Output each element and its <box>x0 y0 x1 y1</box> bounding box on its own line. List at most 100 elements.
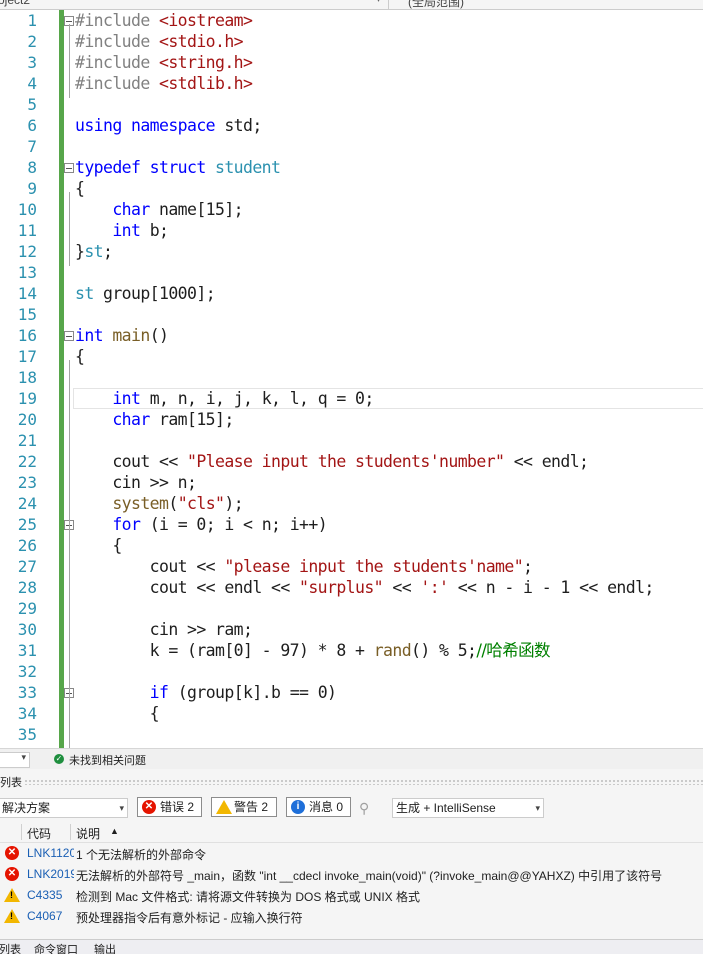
code-token: << endl; <box>504 452 589 471</box>
code-text[interactable]: using namespace std; <box>75 115 262 136</box>
code-line[interactable]: 17 { <box>0 346 703 367</box>
line-number: 6 <box>27 116 37 135</box>
code-line[interactable]: 4 #include <stdlib.h> <box>0 73 703 94</box>
code-text[interactable]: { <box>75 346 85 367</box>
code-line[interactable]: 33 if (group[k].b == 0) <box>0 682 703 703</box>
column-header-code[interactable]: 代码 <box>27 825 51 842</box>
column-divider[interactable] <box>21 824 22 840</box>
project-dropdown[interactable]: oject2 <box>0 0 30 7</box>
code-text[interactable]: cin >> ram; <box>75 619 253 640</box>
column-divider[interactable] <box>70 824 71 840</box>
code-text[interactable]: char ram[15]; <box>75 409 234 430</box>
code-line[interactable]: 20 char ram[15]; <box>0 409 703 430</box>
code-line[interactable]: 24 system("cls"); <box>0 493 703 514</box>
filter-icon[interactable]: ⚲ <box>359 800 369 817</box>
code-line[interactable]: 6 using namespace std; <box>0 115 703 136</box>
code-text[interactable]: #include <iostream> <box>75 10 253 31</box>
code-text[interactable]: #include <string.h> <box>75 52 253 73</box>
code-text[interactable]: cout << "Please input the students'numbe… <box>75 451 589 472</box>
code-line[interactable]: 30 cin >> ram; <box>0 619 703 640</box>
error-code-link[interactable]: C4335 <box>27 888 74 902</box>
code-text[interactable]: { <box>75 703 160 724</box>
collapse-toggle-icon[interactable] <box>64 163 74 173</box>
code-line[interactable]: 27 cout << "please input the students'na… <box>0 556 703 577</box>
error-code-link[interactable]: LNK1120 <box>27 846 74 860</box>
code-line[interactable]: 9{ <box>0 178 703 199</box>
code-line[interactable]: 35 <box>0 724 703 745</box>
code-line[interactable]: 7 <box>0 136 703 157</box>
code-text[interactable]: { <box>75 178 85 199</box>
collapse-toggle-icon[interactable] <box>64 331 74 341</box>
error-code-link[interactable]: C4067 <box>27 909 74 923</box>
code-line[interactable]: 34 { <box>0 703 703 724</box>
code-line[interactable]: 15 <box>0 304 703 325</box>
code-line[interactable]: 2 #include <stdio.h> <box>0 31 703 52</box>
code-text[interactable]: #include <stdio.h> <box>75 31 244 52</box>
error-code-link[interactable]: LNK2019 <box>27 867 74 881</box>
error-list-row[interactable]: ✕ LNK2019 无法解析的外部符号 _main，函数 "int __cdecl … <box>0 864 703 885</box>
messages-filter-button[interactable]: i 消息 0 <box>286 797 351 817</box>
error-list-row[interactable]: ! C4335 检测到 Mac 文件格式: 请将源文件转换为 DOS 格式或 UNI… <box>0 885 703 906</box>
scope-dropdown[interactable]: (全局范围) <box>408 0 464 9</box>
code-editor[interactable]: 1 #include <iostream> 2 #include <stdio.h> 3… <box>0 10 703 748</box>
chevron-down-icon: ▾ <box>535 803 540 813</box>
chevron-down-icon[interactable]: ▾ <box>376 0 381 5</box>
code-text[interactable]: { <box>75 535 122 556</box>
code-text[interactable]: int b; <box>75 220 169 241</box>
code-line[interactable]: 12}st; <box>0 241 703 262</box>
code-text[interactable]: st group[1000]; <box>75 283 216 304</box>
code-text[interactable]: for (i = 0; i < n; i++) <box>75 514 327 535</box>
code-text[interactable]: cout << "please input the students'name"… <box>75 556 533 577</box>
code-text[interactable]: typedef struct student <box>75 157 281 178</box>
code-text[interactable]: k = (ram[0] - 97) * 8 + rand() % 5;//哈希函… <box>75 640 551 661</box>
code-line[interactable]: 32 <box>0 661 703 682</box>
code-line[interactable]: 21 <box>0 430 703 451</box>
code-text[interactable]: cout << endl << "surplus" << ':' << n - … <box>75 577 655 598</box>
code-line[interactable]: 25 for (i = 0; i < n; i++) <box>0 514 703 535</box>
zoom-dropdown[interactable]: ▾ <box>0 752 30 768</box>
code-line[interactable]: 11 int b; <box>0 220 703 241</box>
code-line[interactable]: 3 #include <string.h> <box>0 52 703 73</box>
code-line[interactable]: 10 char name[15]; <box>0 199 703 220</box>
warnings-filter-button[interactable]: 警告 2 <box>211 797 277 817</box>
code-text[interactable]: if (group[k].b == 0) <box>75 682 337 703</box>
line-number: 34 <box>17 704 37 723</box>
tab-output[interactable]: 输出 <box>94 941 116 954</box>
code-token: k = (ram[0] - 97) * 8 + <box>75 641 374 660</box>
code-text[interactable]: }st; <box>75 241 113 262</box>
code-text[interactable]: #include <stdlib.h> <box>75 73 253 94</box>
panel-drag-handle[interactable] <box>24 779 703 785</box>
code-line[interactable]: 1 #include <iostream> <box>0 10 703 31</box>
code-line[interactable]: 31 k = (ram[0] - 97) * 8 + rand() % 5;//… <box>0 640 703 661</box>
code-text[interactable]: char name[15]; <box>75 199 243 220</box>
code-line[interactable]: 22 cout << "Please input the students'nu… <box>0 451 703 472</box>
errors-filter-button[interactable]: ✕ 错误 2 <box>137 797 202 817</box>
error-list-row[interactable]: ✕ LNK1120 1 个无法解析的外部命令 <box>0 843 703 864</box>
chevron-down-icon[interactable]: ▾ <box>21 752 26 763</box>
code-line[interactable]: 5 <box>0 94 703 115</box>
code-token: //哈希函数 <box>476 641 550 660</box>
code-line[interactable]: 16 int main() <box>0 325 703 346</box>
tab-error-list[interactable]: 列表 <box>0 941 21 954</box>
code-line[interactable]: 23 cin >> n; <box>0 472 703 493</box>
line-number: 8 <box>27 158 37 177</box>
line-number: 20 <box>17 410 37 429</box>
code-text[interactable]: cin >> n; <box>75 472 197 493</box>
code-text[interactable]: system("cls"); <box>75 493 243 514</box>
column-header-description[interactable]: 说明 <box>76 825 100 842</box>
build-filter-select[interactable]: 生成 + IntelliSense ▾ <box>392 798 544 818</box>
code-line[interactable]: 14 st group[1000]; <box>0 283 703 304</box>
code-line[interactable]: 29 <box>0 598 703 619</box>
code-line[interactable]: 8 typedef struct student <box>0 157 703 178</box>
error-list-row[interactable]: ! C4067 预处理器指令后有意外标记 - 应输入换行符 <box>0 906 703 927</box>
code-line[interactable]: 13 <box>0 262 703 283</box>
code-text[interactable]: int main() <box>75 325 169 346</box>
code-line[interactable]: 26 { <box>0 535 703 556</box>
sort-ascending-icon[interactable]: ▲ <box>110 826 119 836</box>
code-line[interactable]: 28 cout << endl << "surplus" << ':' << n… <box>0 577 703 598</box>
tab-command-window[interactable]: 命令窗口 <box>34 941 78 954</box>
code-token: int <box>75 326 113 345</box>
code-line[interactable]: 18 <box>0 367 703 388</box>
scope-select[interactable]: 解决方案 ▾ <box>0 798 128 818</box>
